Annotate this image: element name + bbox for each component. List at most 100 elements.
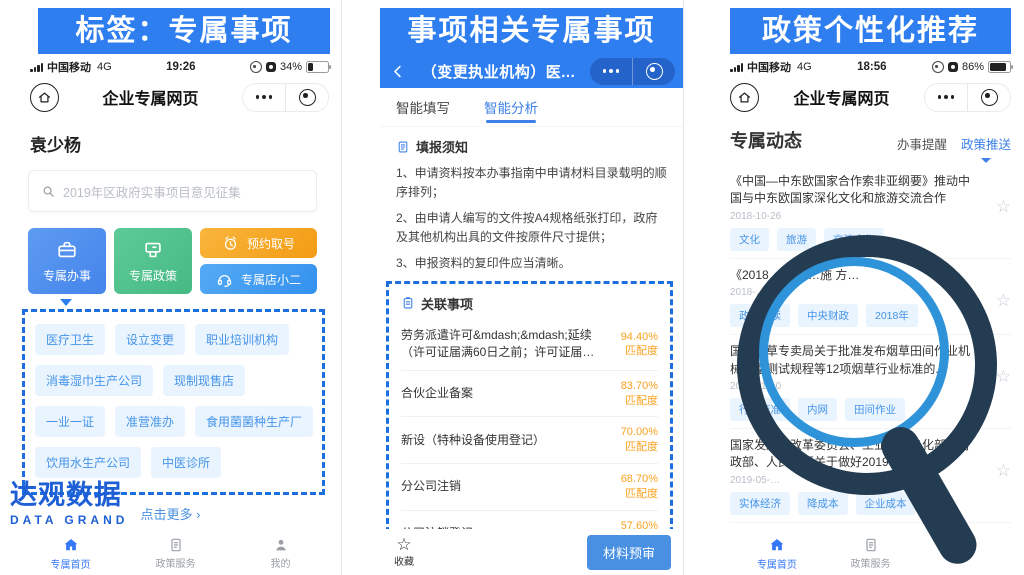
related-item[interactable]: 分公司注销 68.70%匹配度 — [401, 463, 658, 510]
tag-chip[interactable]: 设立变更 — [115, 324, 185, 355]
more-menu-button[interactable] — [590, 58, 632, 85]
tab-smart-fill[interactable]: 智能填写 — [396, 88, 450, 126]
miniprogram-capsule — [242, 83, 329, 112]
tag-chip[interactable]: 现制现售店 — [163, 365, 245, 396]
carrier-label: 中国移动 — [47, 59, 91, 75]
tab-smart-analysis[interactable]: 智能分析 — [484, 88, 538, 126]
star-outline-icon[interactable]: ☆ — [996, 461, 1011, 481]
page-title: 企业专属网页 — [59, 85, 242, 109]
filter-policy-push[interactable]: 政策推送 — [961, 134, 1011, 153]
magnifier-inner-ring — [759, 257, 949, 447]
search-input[interactable]: 2019年区政府实事项目意见征集 — [28, 170, 317, 212]
battery-icon — [988, 61, 1011, 73]
battery-icon — [306, 61, 329, 73]
briefcase-icon — [56, 239, 78, 261]
tag-chip[interactable]: 职业培训机构 — [195, 324, 289, 355]
caption-banner: 政策个性化推荐 — [730, 8, 1011, 54]
clipboard-icon — [401, 296, 415, 310]
news-tag[interactable]: 文化 — [730, 228, 769, 251]
miniprogram-navbar: 企业专属网页 — [30, 79, 329, 115]
status-bar: 中国移动 4G 19:26 34% — [30, 57, 329, 77]
tab-policy-service[interactable]: 政策服务 — [824, 537, 918, 570]
close-capsule-button[interactable] — [967, 84, 1010, 111]
tab-policy-service[interactable]: 政策服务 — [123, 537, 228, 570]
news-title: 《中国—中东欧国家合作索非亚纲要》推动中国与中东欧国家深化文化和旅游交流合作 — [730, 173, 981, 208]
quick-actions: 专属办事 专属政策 预约取号 专属店 — [28, 228, 317, 294]
close-capsule-button[interactable] — [632, 58, 675, 85]
tag-chip[interactable]: 准营准办 — [115, 406, 185, 437]
tag-chip[interactable]: 饮用水生产公司 — [35, 447, 141, 478]
action-label: 专属店小二 — [241, 271, 301, 288]
more-menu-button[interactable] — [925, 84, 967, 111]
star-outline-icon[interactable]: ☆ — [996, 291, 1011, 311]
datagrand-logo: 达观数据 DATA GRAND — [10, 481, 128, 527]
tab-exclusive-home[interactable]: 专属首页 — [18, 536, 123, 571]
action-exclusive-policy[interactable]: 专属政策 — [114, 228, 192, 294]
clock-label: 18:56 — [812, 61, 932, 73]
section-title: 专属动态 — [730, 127, 883, 153]
screenshot-canvas: 标签：专属事项 中国移动 4G 19:26 34% 企业专属网页 袁少杨 — [0, 0, 1024, 575]
tab-label: 政策服务 — [851, 555, 891, 570]
related-item[interactable]: 劳务派遣许可&mdash;&mdash;延续（许可证届满60日之前；许可证届满6… — [401, 319, 658, 370]
clock-label: 19:26 — [112, 61, 250, 73]
star-outline-icon[interactable]: ☆ — [996, 197, 1011, 217]
material-preview-button[interactable]: 材料预审 — [587, 535, 671, 570]
tab-label: 政策服务 — [156, 555, 196, 570]
more-menu-button[interactable] — [243, 84, 285, 111]
related-item-name: 新设（特种设备使用登记） — [401, 432, 606, 449]
star-outline-icon: ☆ — [396, 536, 411, 553]
carrier-label: 中国移动 — [747, 59, 791, 75]
screen-record-icon — [266, 62, 276, 72]
tag-chip[interactable]: 食用菌菌种生产厂 — [195, 406, 313, 437]
tag-chip[interactable]: 中医诊所 — [151, 447, 221, 478]
tab-exclusive-home[interactable]: 专属首页 — [730, 536, 824, 571]
status-bar: 中国移动 4G 18:56 86% — [730, 57, 1011, 77]
signal-icon — [730, 63, 743, 72]
action-exclusive-affairs[interactable]: 专属办事 — [28, 228, 106, 294]
tag-chip[interactable]: 医疗卫生 — [35, 324, 105, 355]
panel-tags-demo: 标签：专属事项 中国移动 4G 19:26 34% 企业专属网页 袁少杨 — [0, 0, 341, 575]
home-icon[interactable] — [730, 83, 759, 112]
filter-work-reminder[interactable]: 办事提醒 — [897, 134, 947, 153]
app-navbar: （变更执业机构）医... — [380, 54, 683, 88]
more-dots-icon — [256, 95, 273, 100]
home-tab-icon — [768, 536, 786, 554]
home-icon[interactable] — [30, 83, 59, 112]
tab-mine[interactable]: 我的 — [228, 537, 333, 570]
home-tab-icon — [62, 536, 80, 554]
page-title: 企业专属网页 — [759, 85, 924, 109]
collect-button[interactable]: ☆ 收藏 — [394, 536, 414, 568]
back-chevron-icon[interactable] — [390, 63, 407, 80]
action-reserve-number[interactable]: 预约取号 — [200, 228, 317, 258]
clipboard-icon — [863, 537, 879, 553]
news-tag[interactable]: 降成本 — [798, 492, 848, 515]
news-tag[interactable]: 实体经济 — [730, 492, 790, 515]
action-label: 专属政策 — [129, 267, 177, 284]
navbar-title: （变更执业机构）医... — [407, 61, 590, 82]
related-item[interactable]: 合伙企业备案 83.70%匹配度 — [401, 370, 658, 417]
match-label: 匹配度 — [625, 441, 658, 453]
match-percent: 83.70% — [621, 380, 658, 392]
caption-banner: 事项相关专属事项 — [380, 8, 683, 54]
bottom-tabbar: 专属首页 政策服务 我的 — [18, 531, 333, 575]
close-capsule-button[interactable] — [285, 84, 328, 111]
filing-notice-section: 填报须知 1、申请资料按本办事指南中申请材料目录载明的顺序排列； 2、由申请人编… — [380, 137, 683, 273]
notice-item: 1、申请资料按本办事指南中申请材料目录载明的顺序排列； — [396, 164, 667, 201]
match-percent: 68.70% — [621, 473, 658, 485]
match-label: 匹配度 — [625, 345, 658, 357]
match-label: 匹配度 — [625, 488, 658, 500]
caption-banner: 标签：专属事项 — [38, 8, 330, 54]
tag-chip[interactable]: 一业一证 — [35, 406, 105, 437]
alarm-clock-icon — [222, 235, 239, 252]
miniprogram-capsule — [924, 83, 1011, 112]
record-circle-icon — [299, 89, 316, 106]
collect-label: 收藏 — [394, 553, 414, 568]
action-exclusive-assistant[interactable]: 专属店小二 — [200, 264, 317, 294]
star-outline-icon[interactable]: ☆ — [996, 367, 1011, 387]
match-label: 匹配度 — [625, 395, 658, 407]
related-item[interactable]: 新设（特种设备使用登记） 70.00%匹配度 — [401, 416, 658, 463]
search-icon — [41, 184, 56, 199]
dynamics-section-header: 专属动态 办事提醒 政策推送 — [730, 127, 1011, 153]
tag-chip[interactable]: 消毒湿巾生产公司 — [35, 365, 153, 396]
miniprogram-navbar: 企业专属网页 — [730, 79, 1011, 115]
